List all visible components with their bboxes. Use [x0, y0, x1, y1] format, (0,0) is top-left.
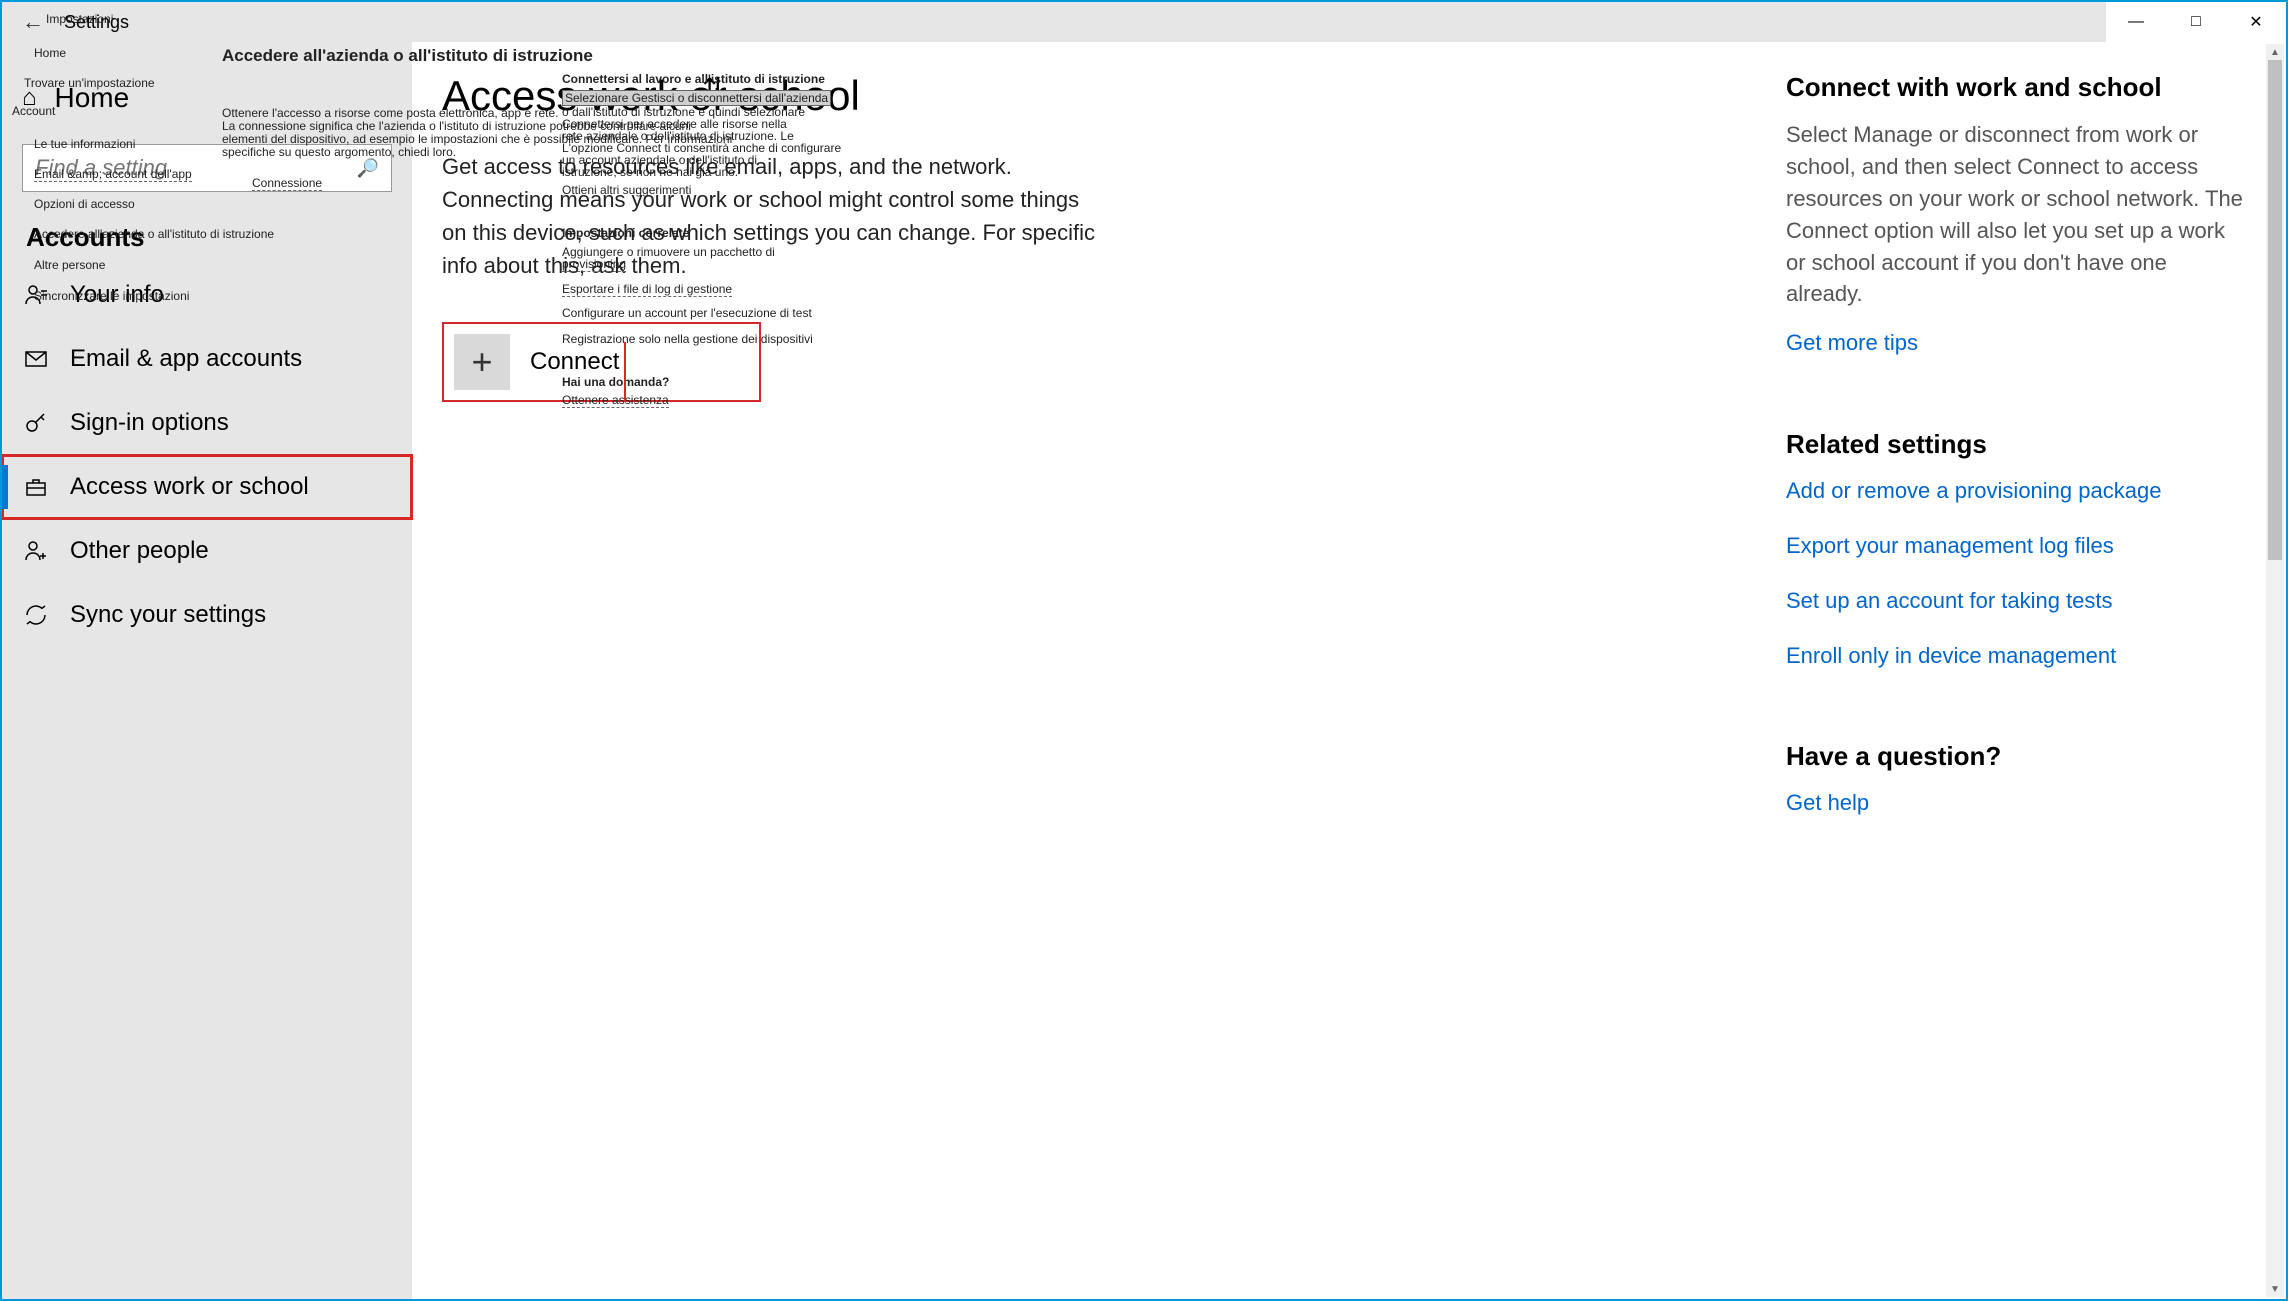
close-button[interactable]: ✕ — [2226, 2, 2286, 42]
sidebar-item-your-info[interactable]: Your info — [2, 263, 412, 327]
scrollbar[interactable]: ▲ ▼ — [2266, 44, 2284, 1297]
section-label: Accounts — [2, 222, 412, 263]
connect-text: Select Manage or disconnect from work or… — [1786, 119, 2246, 310]
sidebar-item-label: Sync your settings — [70, 601, 266, 629]
home-label: Home — [55, 82, 130, 114]
page-title: Access work or school — [442, 72, 1102, 120]
scroll-down-icon[interactable]: ▼ — [2266, 1281, 2284, 1297]
search-input[interactable] — [35, 155, 357, 181]
minimize-button[interactable]: — — [2106, 2, 2166, 42]
window-controls: — □ ✕ — [2106, 2, 2286, 42]
connect-label: Connect — [530, 348, 619, 376]
search-box[interactable]: 🔍 — [22, 144, 392, 192]
sidebar-item-label: Other people — [70, 537, 209, 565]
search-icon: 🔍 — [357, 158, 379, 179]
question-section: Have a question? Get help — [1786, 741, 2246, 819]
scroll-up-icon[interactable]: ▲ — [2266, 44, 2284, 60]
right-column: Connect with work and school Select Mana… — [1786, 72, 2246, 1299]
sidebar-item-label: Email & app accounts — [70, 345, 302, 373]
plus-icon: + — [454, 334, 510, 390]
key-icon — [22, 411, 50, 435]
sidebar-item-email[interactable]: Email & app accounts — [2, 327, 412, 391]
settings-window: ← Settings — □ ✕ ⌂ Home 🔍 Accounts — [0, 0, 2288, 1301]
person-icon — [22, 283, 50, 307]
related-heading: Related settings — [1786, 429, 2246, 460]
connect-button[interactable]: + Connect — [442, 322, 761, 402]
sidebar-item-label: Your info — [70, 281, 164, 309]
body: ⌂ Home 🔍 Accounts Your info Email & app … — [2, 42, 2286, 1299]
related-link-enroll[interactable]: Enroll only in device management — [1786, 641, 2246, 672]
titlebar-left: ← Settings — [2, 9, 129, 35]
home-icon: ⌂ — [22, 84, 37, 112]
scroll-thumb[interactable] — [2268, 60, 2282, 560]
maximize-button[interactable]: □ — [2166, 2, 2226, 42]
sidebar-item-label: Access work or school — [70, 473, 309, 501]
sync-icon — [22, 603, 50, 627]
sidebar-item-signin[interactable]: Sign-in options — [2, 391, 412, 455]
window-title: Settings — [64, 12, 129, 33]
get-tips-link[interactable]: Get more tips — [1786, 328, 2246, 359]
sidebar-item-other-people[interactable]: Other people — [2, 519, 412, 583]
main-column: Access work or school Get access to reso… — [442, 72, 1102, 1299]
connect-heading: Connect with work and school — [1786, 72, 2246, 103]
question-heading: Have a question? — [1786, 741, 2246, 772]
content: Access work or school Get access to reso… — [412, 42, 2286, 1299]
related-link-provisioning[interactable]: Add or remove a provisioning package — [1786, 476, 2246, 507]
titlebar: ← Settings — □ ✕ — [2, 2, 2286, 42]
get-help-link[interactable]: Get help — [1786, 788, 2246, 819]
mail-icon — [22, 347, 50, 371]
connect-help-section: Connect with work and school Select Mana… — [1786, 72, 2246, 359]
sidebar-item-access-work[interactable]: Access work or school — [2, 455, 412, 519]
people-add-icon — [22, 539, 50, 563]
back-icon[interactable]: ← — [22, 9, 44, 35]
sidebar-item-label: Sign-in options — [70, 409, 229, 437]
related-link-taking-tests[interactable]: Set up an account for taking tests — [1786, 586, 2246, 617]
sidebar-item-sync[interactable]: Sync your settings — [2, 583, 412, 647]
page-description: Get access to resources like email, apps… — [442, 150, 1102, 282]
briefcase-icon — [22, 475, 50, 499]
sidebar: ⌂ Home 🔍 Accounts Your info Email & app … — [2, 42, 412, 1299]
related-settings-section: Related settings Add or remove a provisi… — [1786, 429, 2246, 671]
home-nav[interactable]: ⌂ Home — [2, 72, 412, 124]
related-link-export-logs[interactable]: Export your management log files — [1786, 531, 2246, 562]
